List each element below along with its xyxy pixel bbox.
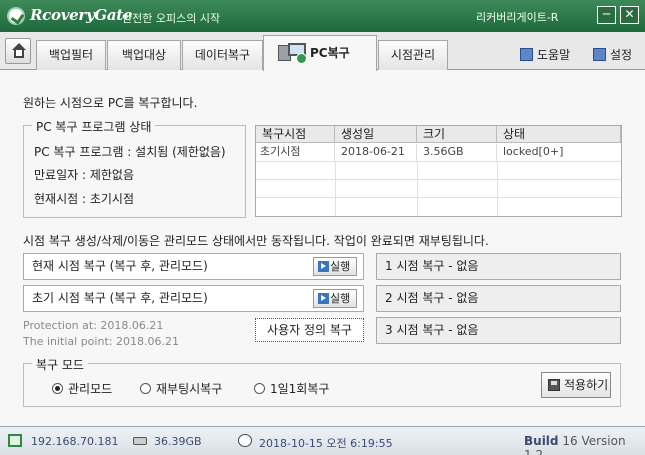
program-expiry: 만료일자 : 제한없음 (34, 168, 134, 182)
restore-point-2[interactable]: 2 시점 복구 - 없음 (376, 285, 621, 312)
home-button[interactable] (5, 38, 31, 64)
clock-icon (238, 434, 252, 447)
table-cell: locked[0+] (503, 145, 564, 158)
app-tagline: 안전한 오피스의 시작 (122, 12, 221, 25)
home-icon (12, 43, 26, 50)
help-icon (520, 48, 533, 61)
radio-icon (52, 383, 63, 394)
protection-date: Protection at: 2018.06.21 (23, 319, 164, 332)
radio-icon (140, 383, 151, 394)
apply-button[interactable]: 적용하기 (541, 372, 611, 398)
program-install-status: PC 복구 프로그램 : 설치됨 (제한없음) (34, 145, 226, 159)
table-cell: 2018-06-21 (335, 144, 417, 161)
disk-icon (133, 437, 147, 445)
title-bar: RcoveryGate 안전한 오피스의 시작 리커버리게이트-R ─ ✕ (0, 0, 645, 32)
run-icon (318, 261, 329, 272)
app-brand: RcoveryGate (30, 6, 133, 24)
table-header[interactable]: 복구시점 (256, 126, 335, 143)
radio-icon (254, 383, 265, 394)
tab-backup-target[interactable]: 백업대상 (107, 40, 181, 70)
custom-restore-button[interactable]: 사용자 정의 복구 (255, 318, 364, 342)
program-status-group: PC 복구 프로그램 상태 PC 복구 프로그램 : 설치됨 (제한없음) 만료… (23, 118, 246, 218)
pc-restore-icon (278, 43, 308, 64)
table-header[interactable]: 생성일 (335, 126, 417, 143)
minimize-button[interactable]: ─ (597, 6, 616, 24)
current-point-run-button[interactable]: 실행 (313, 257, 357, 276)
status-bar: 192.168.70.181 36.39GB 2018-10-15 오전 6:1… (0, 426, 645, 455)
network-icon (8, 434, 22, 447)
run-icon (318, 293, 329, 304)
mode-radio-daily-restore[interactable]: 1일1회복구 (254, 380, 329, 397)
mode-radio-admin[interactable]: 관리모드 (52, 380, 112, 397)
window-title: 리커버리게이트-R (476, 11, 559, 24)
tab-backup-filter[interactable]: 백업필터 (36, 40, 106, 70)
restore-point-1[interactable]: 1 시점 복구 - 없음 (376, 253, 621, 280)
mode-radio-reboot-restore[interactable]: 재부팅시복구 (140, 380, 222, 397)
table-cell: 3.56GB (417, 144, 497, 161)
close-button[interactable]: ✕ (620, 6, 639, 24)
build-number: 16 (562, 434, 578, 448)
tab-pc-restore[interactable]: PC복구 (263, 35, 377, 71)
build-label: Build (524, 434, 559, 448)
restore-mode-legend: 복구 모드 (32, 356, 88, 373)
table-cell: 초기시점 (256, 144, 335, 161)
save-icon (548, 379, 560, 391)
build-info: Build 16 Version 1.2 (524, 434, 645, 455)
table-header[interactable]: 상태 (497, 126, 621, 143)
current-point-restore-row: 현재 시점 복구 (복구 후, 관리모드) 실행 (23, 253, 364, 280)
initial-point-date: The initial point: 2018.06.21 (23, 335, 179, 348)
tab-data-restore[interactable]: 데이터복구 (182, 40, 263, 70)
disk-size: 36.39GB (154, 435, 202, 448)
ip-address: 192.168.70.181 (31, 435, 119, 448)
restore-point-table[interactable]: 복구시점 생성일 크기 상태 초기시점 2018-06-21 3.56GB lo… (255, 125, 622, 217)
initial-point-restore-row: 초기 시점 복구 (복구 후, 관리모드) 실행 (23, 285, 364, 312)
datetime: 2018-10-15 오전 6:19:55 (259, 437, 393, 450)
tab-pc-restore-label: PC복구 (310, 46, 350, 60)
page-headline: 원하는 시점으로 PC를 복구합니다. (23, 96, 198, 110)
tab-point-management[interactable]: 시점관리 (378, 40, 448, 70)
initial-point-run-button[interactable]: 실행 (313, 289, 357, 308)
notice-text: 시점 복구 생성/삭제/이동은 관리모드 상태에서만 동작됩니다. 작업이 완료… (23, 234, 489, 248)
settings-link[interactable]: 설정 (593, 46, 632, 63)
current-point-restore-label: 현재 시점 복구 (복구 후, 관리모드) (32, 259, 208, 273)
program-current-point: 현재시점 : 초기시점 (34, 192, 134, 206)
table-header[interactable]: 크기 (417, 126, 497, 143)
program-status-legend: PC 복구 프로그램 상태 (32, 118, 156, 135)
settings-icon (593, 48, 606, 61)
initial-point-restore-label: 초기 시점 복구 (복구 후, 관리모드) (32, 291, 208, 305)
restore-point-3[interactable]: 3 시점 복구 - 없음 (376, 317, 621, 344)
app-logo-icon (7, 7, 25, 25)
help-link[interactable]: 도움말 (520, 46, 570, 63)
